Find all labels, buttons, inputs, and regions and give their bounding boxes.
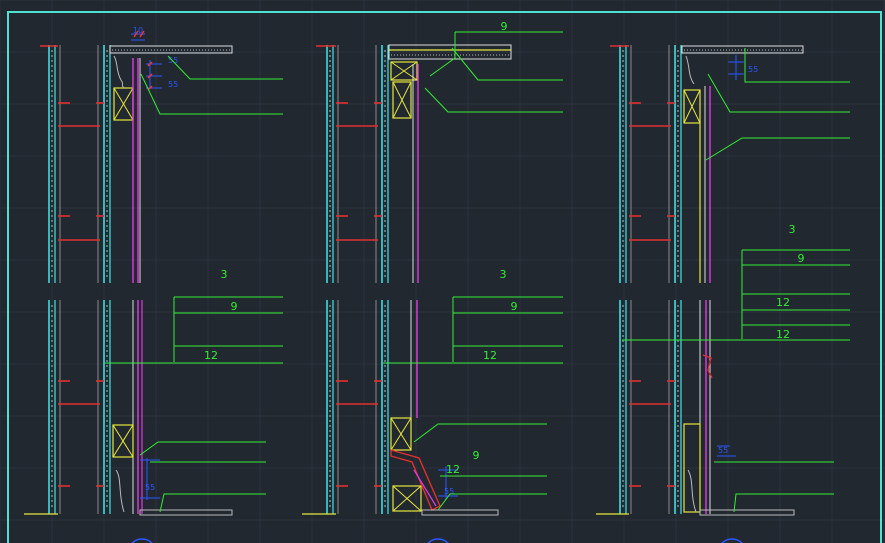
grain-curve [115,469,125,513]
leader-lines [140,55,283,115]
wall-section-left [48,45,111,283]
leader-label: 3 [789,223,796,236]
floor-finish [421,509,499,516]
leader-label: 12 [776,296,790,309]
leader-label: 9 [511,300,518,313]
wall-section-left [619,300,682,514]
dim-label: 55 [168,80,178,89]
dimension-marks [140,458,160,500]
cad-drawing-canvas[interactable]: 10 55 55 9 55 55 3 9 12 55 3 9 12 9 12 5… [0,0,885,543]
leader-label: 9 [231,300,238,313]
dimension-marks [131,33,162,89]
wall-section-left [619,45,682,283]
detail-tag-circle [131,538,153,543]
wall-section-left [48,300,111,514]
detail-panel-d[interactable]: 55 3 9 12 [24,268,283,543]
leader-label: 9 [473,449,480,462]
detail-panel-b[interactable]: 9 [316,20,563,283]
detail-panel-e[interactable]: 55 3 9 12 9 12 [302,268,563,543]
leader-lines [714,249,850,513]
dimension-marks [728,55,744,80]
floor-finish [139,509,233,516]
leader-lines [413,296,563,511]
detail-panel-f[interactable]: 55 3 9 12 12 [596,223,850,543]
wall-section-left [326,300,389,514]
detail-panel-c[interactable]: 55 [610,45,850,283]
leader-label: 3 [500,268,507,281]
detail-panel-a[interactable]: 10 55 55 [40,26,283,283]
leader-label: 9 [798,252,805,265]
detail-tag-circle [721,538,743,543]
red-column-ticks [316,45,382,241]
leader-label: 9 [501,20,508,33]
dim-label: 10 [133,26,143,35]
dim-label: 55 [748,65,758,74]
red-column-ticks [336,380,382,487]
leader-label: 12 [446,463,460,476]
leader-label: 3 [221,268,228,281]
wall-section-left [326,45,389,283]
drawing-frame [7,11,882,543]
leader-lines [424,31,563,113]
red-column-ticks [58,380,104,487]
red-column-ticks [629,380,675,487]
grain-curve [113,55,125,89]
leader-lines [139,296,283,513]
joint-profile [702,354,713,379]
grain-curve [685,55,695,85]
leader-label: 12 [776,328,790,341]
detail-tag-circle [427,538,449,543]
grain-curve [687,469,697,513]
leader-label: 12 [483,349,497,362]
dim-label: 55 [145,483,155,492]
dim-label: 55 [718,446,728,455]
leader-label: 12 [204,349,218,362]
